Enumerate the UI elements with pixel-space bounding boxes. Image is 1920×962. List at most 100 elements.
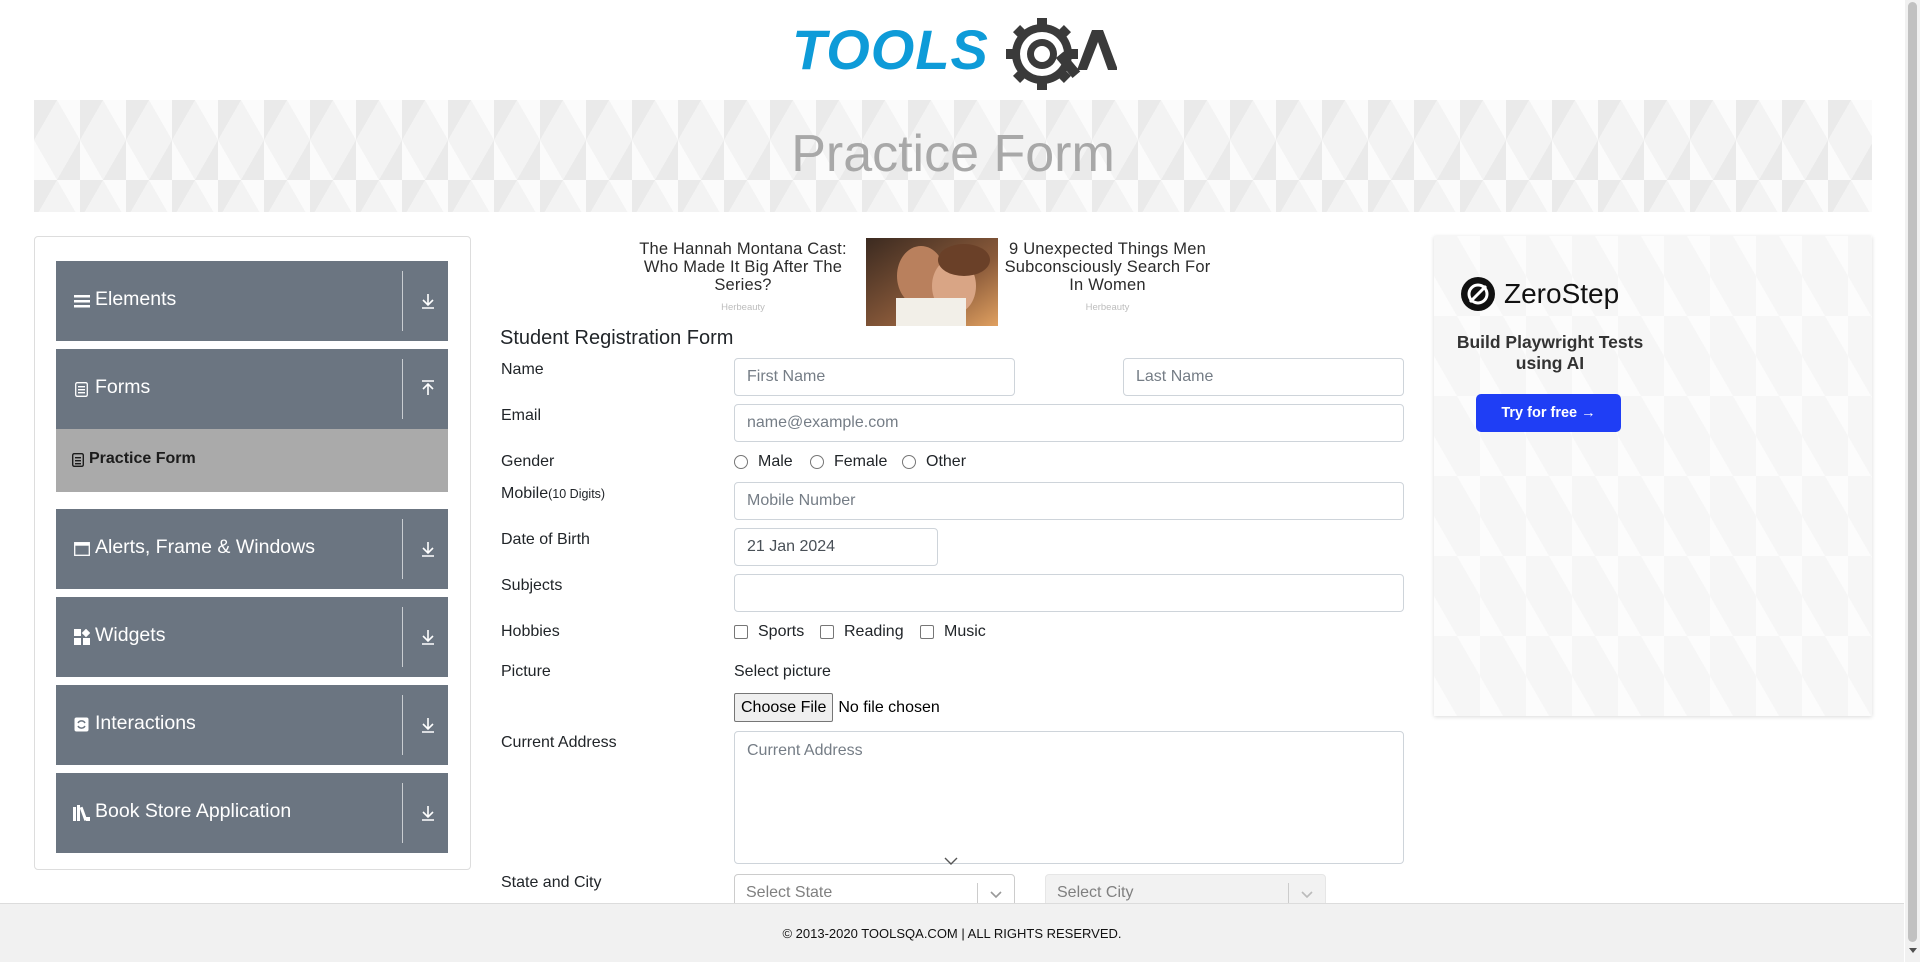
hobby-reading-checkbox[interactable]: Reading xyxy=(820,623,904,641)
sidebar: Elements Forms Practice Form Alerts, Fra… xyxy=(34,236,471,870)
ad-image[interactable] xyxy=(866,238,998,326)
toolsqa-logo[interactable]: TOOLS xyxy=(792,14,1118,92)
choose-file-button[interactable]: Choose File xyxy=(734,693,834,722)
footer: © 2013-2020 TOOLSQA.COM | ALL RIGHTS RES… xyxy=(0,903,1904,962)
select-picture-label: Select picture xyxy=(734,663,831,680)
radio-circle xyxy=(810,455,824,469)
chevron-down-icon xyxy=(990,891,1002,899)
divider xyxy=(402,783,403,843)
checkbox-label: Sports xyxy=(758,623,805,640)
ad-headline-left[interactable]: The Hannah Montana Cast: Who Made It Big… xyxy=(628,240,858,294)
download-icon xyxy=(420,715,436,735)
sidebar-group-alerts[interactable]: Alerts, Frame & Windows xyxy=(56,509,448,589)
vertical-scrollbar[interactable] xyxy=(1905,0,1920,962)
divider xyxy=(402,271,403,331)
current-address-label: Current Address xyxy=(501,734,617,751)
mobile-label: Mobile(10 Digits) xyxy=(501,485,605,503)
file-upload: Choose File No file chosen xyxy=(734,693,940,722)
radio-label: Other xyxy=(926,453,967,470)
ad-source-right: Herbeauty xyxy=(1085,302,1130,313)
email-input[interactable] xyxy=(734,404,1404,442)
checkbox-box xyxy=(734,625,748,639)
mobile-label-text: Mobile xyxy=(501,485,549,502)
page-banner: Practice Form xyxy=(34,100,1872,212)
state-placeholder: Select State xyxy=(746,884,833,901)
sidebar-group-widgets[interactable]: Widgets xyxy=(56,597,448,677)
gender-female-radio[interactable]: Female xyxy=(810,453,887,471)
subjects-label: Subjects xyxy=(501,577,563,594)
download-icon xyxy=(420,803,436,823)
sidebar-group-forms[interactable]: Forms xyxy=(56,349,448,429)
gender-label: Gender xyxy=(501,453,555,470)
divider xyxy=(402,359,403,419)
city-placeholder: Select City xyxy=(1057,884,1134,901)
hobby-music-checkbox[interactable]: Music xyxy=(920,623,986,641)
file-status: No file chosen xyxy=(838,698,940,716)
clipboard-icon xyxy=(73,380,90,397)
side-ad[interactable] xyxy=(1434,236,1872,716)
dob-input[interactable] xyxy=(734,528,938,566)
picture-label: Picture xyxy=(501,663,551,680)
form-icon xyxy=(71,452,85,468)
gear-q-icon xyxy=(1006,18,1081,90)
current-address-input[interactable] xyxy=(734,731,1404,864)
sidebar-group-label: Alerts, Frame & Windows xyxy=(95,536,315,558)
sidebar-group-label: Elements xyxy=(95,288,177,310)
sidebar-group-label: Forms xyxy=(95,376,151,398)
email-label: Email xyxy=(501,407,542,424)
gender-male-radio[interactable]: Male xyxy=(734,453,793,471)
divider xyxy=(977,883,978,905)
radio-circle xyxy=(902,455,916,469)
scroll-down-arrow-icon[interactable] xyxy=(1909,948,1917,953)
gender-other-radio[interactable]: Other xyxy=(902,453,966,471)
page-title: Practice Form xyxy=(791,125,1115,183)
dob-label: Date of Birth xyxy=(501,531,590,548)
divider xyxy=(1288,883,1289,905)
checkbox-box xyxy=(820,625,834,639)
zerostep-tagline: Build Playwright Tests using AI xyxy=(1456,332,1644,373)
sidebar-group-label: Interactions xyxy=(95,712,196,734)
sidebar-group-label: Book Store Application xyxy=(95,800,292,822)
download-icon xyxy=(420,539,436,559)
hobbies-label: Hobbies xyxy=(501,623,560,640)
sidebar-item-practice-form[interactable]: Practice Form xyxy=(56,429,448,492)
checkbox-box xyxy=(920,625,934,639)
hobby-sports-checkbox[interactable]: Sports xyxy=(734,623,804,641)
scroll-thumb[interactable] xyxy=(1908,2,1917,942)
chevron-down-icon xyxy=(1301,891,1313,899)
mobile-input[interactable] xyxy=(734,482,1404,520)
state-city-label: State and City xyxy=(501,874,602,891)
checkbox-label: Music xyxy=(944,623,986,640)
last-name-input[interactable] xyxy=(1123,358,1404,396)
download-icon xyxy=(420,627,436,647)
logo-tools-text: TOOLS xyxy=(792,18,989,81)
window-icon xyxy=(73,540,90,557)
sidebar-group-elements[interactable]: Elements xyxy=(56,261,448,341)
ad-source-left: Herbeauty xyxy=(721,302,765,313)
checkbox-label: Reading xyxy=(844,623,904,640)
sidebar-item-label: Practice Form xyxy=(89,450,196,467)
chevron-down-icon xyxy=(944,857,958,865)
zerostep-brand: ZeroStep xyxy=(1504,278,1620,309)
divider xyxy=(402,695,403,755)
upload-icon xyxy=(420,379,436,399)
zerostep-logo-icon xyxy=(1461,277,1495,311)
sidebar-group-bookstore[interactable]: Book Store Application xyxy=(56,773,448,853)
first-name-input[interactable] xyxy=(734,358,1015,396)
form-title: Student Registration Form xyxy=(500,327,734,349)
sidebar-group-label: Widgets xyxy=(95,624,166,646)
name-label: Name xyxy=(501,361,544,378)
radio-label: Female xyxy=(834,453,888,470)
sidebar-group-interactions[interactable]: Interactions xyxy=(56,685,448,765)
subjects-input[interactable] xyxy=(734,574,1404,612)
books-icon xyxy=(73,804,90,821)
radio-circle xyxy=(734,455,748,469)
ad-headline-right[interactable]: 9 Unexpected Things Men Subconsciously S… xyxy=(1000,240,1215,294)
download-icon xyxy=(420,291,436,311)
list-icon xyxy=(73,292,90,309)
try-for-free-button[interactable]: Try for free → xyxy=(1476,394,1621,432)
divider xyxy=(402,519,403,579)
page: TOOLS Practice Form Elements Forms Pract… xyxy=(0,0,1920,962)
mobile-hint: (10 Digits) xyxy=(548,487,606,501)
toolsqa-logo-graphic: TOOLS xyxy=(792,18,1118,90)
